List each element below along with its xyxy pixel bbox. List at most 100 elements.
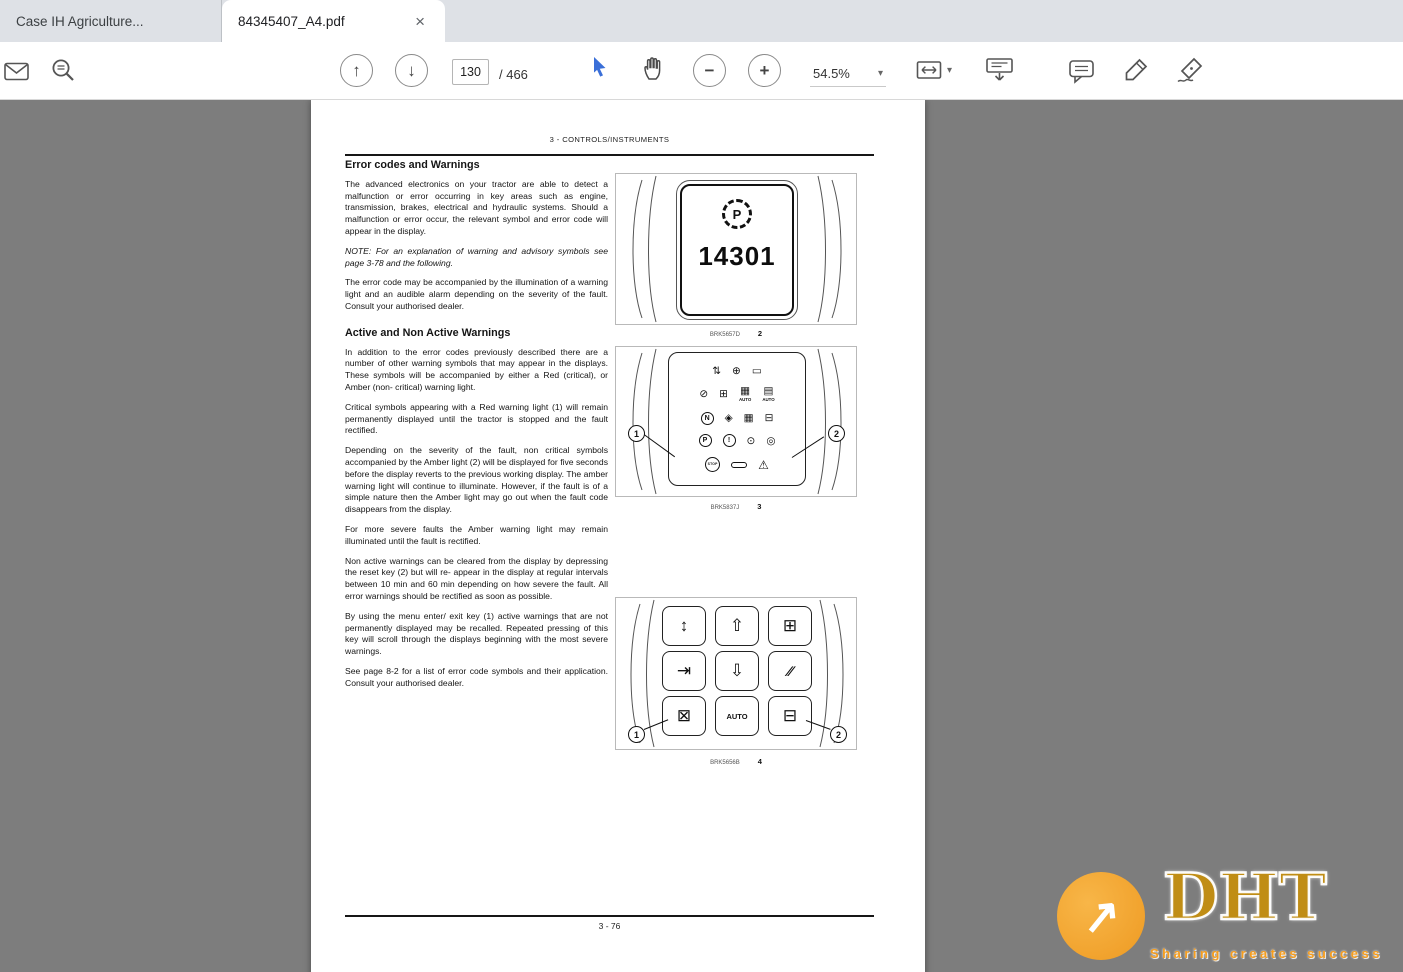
warning-symbol-icon: ◈	[724, 411, 733, 424]
presentation-button[interactable]	[985, 57, 1014, 83]
clear-display-key-icon: ⊠	[676, 706, 692, 725]
scroll-down-key: ⇩	[715, 651, 759, 691]
callout-1: 1	[628, 726, 645, 743]
auto-key-label: AUTO	[726, 711, 748, 721]
browser-window: Case IH Agriculture... 84345407_A4.pdf ×…	[0, 0, 1403, 972]
hand-icon	[643, 56, 666, 81]
figure-keypad: ↕ ⇧ ⊞ ⇥ ⇩ ∕∕ ⊠ AUTO ⊟ 1 2	[615, 597, 857, 750]
gear-p-icon: P	[722, 199, 752, 229]
warning-symbol-icon: ⊕	[732, 364, 741, 377]
figure-caption: BRK5656B 4	[615, 757, 857, 766]
paragraph: See page 8-2 for a list of error code sy…	[345, 665, 608, 688]
tab-pdf[interactable]: 84345407_A4.pdf ×	[222, 0, 445, 42]
email-button[interactable]	[4, 62, 29, 81]
symbol-row: STOP ⚠	[675, 457, 799, 473]
warning-symbol-icon: ⊙	[746, 434, 756, 447]
display-select-key-icon: ⊞	[782, 616, 798, 635]
callout-2: 2	[828, 425, 845, 442]
warning-symbol-icon: ⊘	[699, 387, 709, 400]
calibration-key: ↕	[662, 606, 706, 646]
pdf-page: 3 - CONTROLS/INSTRUMENTS Error codes and…	[311, 100, 925, 972]
zoom-level-dropdown[interactable]: 54.5% ▾	[810, 61, 886, 87]
chevron-down-icon: ▾	[947, 65, 953, 76]
watermark-subtitle: Sharing creates success	[1150, 946, 1383, 961]
figure-number: 2	[757, 329, 763, 338]
page-total-label: / 466	[499, 67, 528, 82]
symbol-row: ⊘ ⊞ ▦ AUTO ▤ AUTO	[675, 386, 799, 402]
symbol-row: N ◈ ▦ ⊟	[675, 411, 799, 425]
tab-case-ih[interactable]: Case IH Agriculture...	[0, 0, 222, 42]
park-brake-symbol-icon: P	[698, 434, 712, 448]
paragraph: Critical symbols appearing with a Red wa…	[345, 401, 608, 436]
tab-bar: Case IH Agriculture... 84345407_A4.pdf ×	[0, 0, 1403, 42]
keypad: ↕ ⇧ ⊞ ⇥ ⇩ ∕∕ ⊠ AUTO ⊟	[662, 606, 812, 736]
fit-width-icon	[916, 60, 943, 81]
pan-tool-button[interactable]	[643, 56, 666, 81]
warning-symbol-icon: ▭	[751, 364, 762, 377]
reset-key: ∕∕	[768, 651, 812, 691]
search-button[interactable]	[50, 57, 77, 84]
pdf-toolbar: ↑ ↓ / 466 − + 54.5% ▾	[0, 42, 1403, 100]
warning-symbol-icon: ◎	[766, 434, 776, 447]
comment-button[interactable]	[1068, 59, 1095, 84]
arrow-up-right-icon: ↗	[1079, 888, 1123, 944]
warning-symbol-icon: ⊟	[764, 411, 774, 424]
note-paragraph: NOTE: For an explanation of warning and …	[345, 245, 608, 268]
figure-code: BRK5657D	[709, 332, 740, 338]
highlight-button[interactable]	[1122, 57, 1149, 84]
arrow-down-icon: ↓	[407, 60, 416, 80]
implement-key-icon: ⊟	[782, 706, 798, 725]
paragraph: Depending on the severity of the fault, …	[345, 445, 608, 515]
signature-button[interactable]	[1175, 57, 1204, 84]
auto-function-key: AUTO	[715, 696, 759, 736]
next-page-button[interactable]: ↓	[395, 54, 428, 87]
previous-page-button[interactable]: ↑	[340, 54, 373, 87]
page-number-input[interactable]	[452, 59, 489, 85]
envelope-icon	[4, 62, 29, 81]
search-icon	[50, 57, 77, 84]
section-title-error-codes: Error codes and Warnings	[345, 159, 480, 171]
clear-display-key: ⊠	[662, 696, 706, 736]
signature-pen-icon	[1175, 57, 1204, 84]
display-bezel: P 14301	[676, 180, 798, 320]
close-tab-icon[interactable]: ×	[411, 11, 429, 32]
implement-key: ⊟	[768, 696, 812, 736]
paragraph: By using the menu enter/ exit key (1) ac…	[345, 610, 608, 657]
callout-2: 2	[830, 726, 847, 743]
symbol-row: ⇅ ⊕ ▭	[675, 366, 799, 377]
watermark-logo: ↗	[1057, 872, 1145, 960]
auto-symbol: ▦ AUTO	[739, 386, 751, 402]
figure-warning-symbols: ⇅ ⊕ ▭ ⊘ ⊞ ▦ AUTO ▤ AUTO N ◈ ▦ ⊟ P ! ⊙ ◎ …	[615, 346, 857, 497]
neutral-symbol-icon: N	[700, 411, 714, 425]
tab-title: 84345407_A4.pdf	[238, 13, 345, 29]
minus-icon: −	[704, 60, 715, 80]
symbol-row: P ! ⊙ ◎	[675, 434, 799, 448]
warning-symbol-icon: ⇅	[712, 364, 722, 377]
warning-symbol-icon: ▦	[740, 385, 751, 398]
warning-symbol-icon: ▤	[763, 385, 774, 398]
arrow-down-key-icon: ⇩	[729, 661, 745, 680]
display-window-icon	[731, 461, 748, 468]
error-code-value: 14301	[698, 241, 776, 271]
footer-rule	[345, 915, 874, 917]
header-rule	[345, 154, 874, 156]
section-title-active-warnings: Active and Non Active Warnings	[345, 326, 511, 339]
zoom-out-button[interactable]: −	[693, 54, 726, 87]
highlighter-icon	[1122, 57, 1149, 84]
scroll-up-key: ⇧	[715, 606, 759, 646]
document-viewer[interactable]: 3 - CONTROLS/INSTRUMENTS Error codes and…	[0, 100, 1403, 972]
arrow-up-icon: ↑	[352, 60, 361, 80]
auto-symbol: ▤ AUTO	[762, 386, 774, 402]
fit-width-dropdown[interactable]: ▾	[916, 60, 952, 81]
chevron-down-icon: ▾	[877, 68, 883, 79]
paragraph: The advanced electronics on your tractor…	[345, 178, 608, 236]
cursor-icon	[589, 56, 610, 79]
menu-enter-exit-key: ⇥	[662, 651, 706, 691]
figure-caption: BRK5837J 3	[615, 502, 857, 511]
select-tool-button[interactable]	[589, 56, 610, 79]
watermark-title: DHT	[1162, 859, 1328, 937]
figure-number: 4	[757, 757, 762, 766]
page-header: 3 - CONTROLS/INSTRUMENTS	[549, 135, 670, 144]
stop-symbol-icon: STOP	[705, 457, 721, 473]
zoom-in-button[interactable]: +	[748, 54, 781, 87]
